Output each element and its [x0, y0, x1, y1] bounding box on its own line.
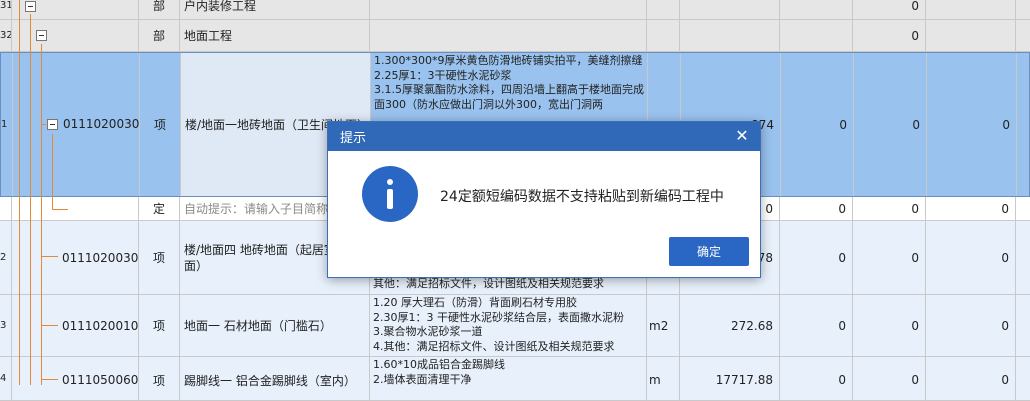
row-number: 2 [0, 221, 12, 294]
table-row[interactable]: 31 部 户内装修工程 0 [0, 0, 1030, 20]
table-row[interactable]: 4 011105006001 项 踢脚线一 铝合金踢脚线（室内） 1.60*10… [0, 357, 1030, 401]
col-c-cell: 0 [926, 357, 1016, 400]
table-row[interactable]: 3 011102001001 项 地面一 石材地面（门槛石） 1.20 厚大理石… [0, 295, 1030, 357]
col-d-cell [1016, 295, 1030, 356]
col-b-cell: 0 [854, 53, 927, 196]
row-number: 4 [0, 357, 12, 400]
close-icon[interactable]: ✕ [734, 128, 750, 144]
code-cell [12, 0, 139, 19]
col-d-cell [1016, 20, 1030, 51]
collapse-toggle-icon[interactable] [25, 1, 36, 12]
name-cell: 户内装修工程 [180, 0, 370, 19]
code-cell[interactable]: 011102003001 [13, 53, 140, 196]
item-code[interactable]: 011102001001 [12, 295, 139, 356]
col-c-cell [926, 0, 1016, 19]
item-code: 011102003001 [63, 117, 140, 131]
dialog-message: 24定额短编码数据不支持粘贴到新编码工程中 [440, 189, 724, 205]
col-c-cell [926, 20, 1016, 51]
type-cell: 项 [139, 357, 180, 400]
collapse-toggle-icon[interactable] [47, 119, 58, 130]
item-code[interactable]: 011102003002 [12, 221, 139, 294]
row-number [0, 197, 12, 220]
desc-cell [370, 0, 647, 19]
item-code[interactable]: 011105006001 [12, 357, 139, 400]
type-cell: 项 [139, 221, 180, 294]
tree-line [41, 44, 42, 385]
col-a-cell: 0 [780, 197, 853, 220]
col-c-cell: 0 [926, 295, 1016, 356]
col-c-cell: 0 [926, 197, 1016, 220]
tree-line [52, 209, 68, 210]
desc-cell[interactable]: 1.60*10成品铝合金踢脚线 2.墙体表面清理干净 [370, 357, 647, 400]
qty-cell [680, 20, 780, 51]
tree-line [30, 14, 31, 385]
unit-cell[interactable]: m2 [647, 295, 680, 356]
col-b-cell: 0 [853, 295, 926, 356]
type-cell: 项 [140, 53, 181, 196]
name-cell: 地面工程 [180, 20, 370, 51]
row-number: 3 [0, 295, 12, 356]
unit-cell[interactable]: m [647, 357, 680, 400]
dialog-header: 提示 ✕ [328, 122, 760, 151]
ok-button[interactable]: 确定 [669, 237, 749, 266]
col-d-cell [1016, 357, 1030, 400]
desc-cell [370, 20, 647, 51]
col-a-cell: 0 [780, 221, 853, 294]
unit-cell [647, 20, 680, 51]
collapse-toggle-icon[interactable] [36, 30, 47, 41]
unit-cell [647, 0, 680, 19]
desc-cell[interactable]: 1.20 厚大理石（防滑）背面刷石材专用胶 2.30厚1：3 干硬性水泥砂浆结合… [370, 295, 647, 356]
col-a-cell [780, 0, 853, 19]
col-c-cell: 0 [927, 53, 1017, 196]
type-cell: 部 [139, 0, 180, 19]
col-d-cell [1016, 0, 1030, 19]
tree-line [41, 325, 58, 326]
col-b-cell: 0 [853, 221, 926, 294]
info-icon [362, 166, 418, 222]
col-a-cell [780, 20, 853, 51]
col-d-cell [1016, 197, 1030, 220]
qty-cell[interactable]: 272.68 [680, 295, 780, 356]
tree-line [19, 0, 20, 385]
tree-line [41, 379, 58, 380]
table-row[interactable]: 32 部 地面工程 0 [0, 20, 1030, 52]
col-c-cell: 0 [926, 221, 1016, 294]
col-b-cell: 0 [853, 0, 926, 19]
tree-line [41, 256, 58, 257]
col-b-cell: 0 [853, 357, 926, 400]
col-d-cell [1016, 221, 1030, 294]
type-cell: 部 [139, 20, 180, 51]
code-cell[interactable] [12, 197, 139, 220]
code-cell [12, 20, 139, 51]
row-number: 31 [0, 0, 12, 19]
col-a-cell: 0 [781, 53, 854, 196]
qty-cell [680, 0, 780, 19]
name-cell[interactable]: 踢脚线一 铝合金踢脚线（室内） [180, 357, 370, 400]
tree-line [41, 124, 46, 125]
qty-cell[interactable]: 17717.88 [680, 357, 780, 400]
dialog-title: 提示 [340, 131, 367, 146]
col-b-cell: 0 [853, 20, 926, 51]
row-number: 32 [0, 20, 12, 51]
type-cell: 项 [139, 295, 180, 356]
name-cell[interactable]: 地面一 石材地面（门槛石） [180, 295, 370, 356]
tree-line [52, 134, 53, 209]
col-b-cell: 0 [853, 197, 926, 220]
col-a-cell: 0 [780, 295, 853, 356]
type-cell: 定 [139, 197, 180, 220]
col-a-cell: 0 [780, 357, 853, 400]
row-number: 1 [1, 53, 13, 196]
col-d-cell [1017, 53, 1030, 196]
alert-dialog: 提示 ✕ 24定额短编码数据不支持粘贴到新编码工程中 确定 [327, 121, 761, 278]
